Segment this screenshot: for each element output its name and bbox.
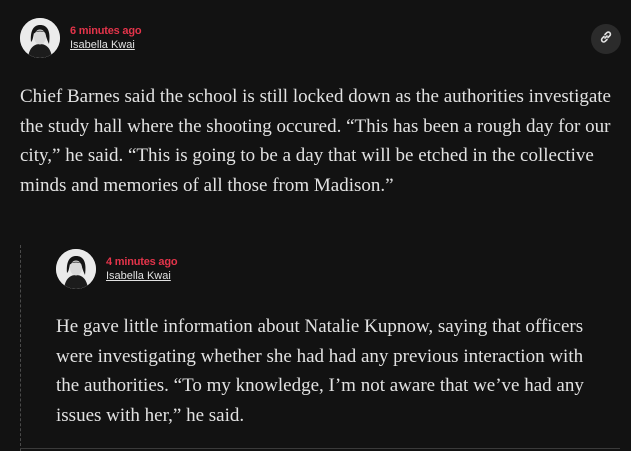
nested-reply: 4 minutes ago Isabella Kwai He gave litt… [20, 245, 631, 451]
author-link[interactable]: Isabella Kwai [70, 38, 141, 53]
byline: 6 minutes ago Isabella Kwai [20, 18, 142, 58]
post-timestamp: 6 minutes ago [70, 24, 142, 37]
reply-author-link[interactable]: Isabella Kwai [106, 269, 177, 284]
divider [20, 448, 620, 449]
reply-timestamp: 4 minutes ago [106, 255, 178, 268]
reply-body: He gave little information about Natalie… [56, 316, 584, 426]
reply-byline-meta: 4 minutes ago Isabella Kwai [106, 255, 178, 284]
copy-link-button[interactable] [591, 24, 621, 54]
reply-byline: 4 minutes ago Isabella Kwai [56, 249, 178, 289]
link-icon [599, 30, 613, 49]
author-avatar [20, 18, 60, 58]
post-body: Chief Barnes said the school is still lo… [20, 86, 611, 196]
byline-meta: 6 minutes ago Isabella Kwai [70, 24, 142, 53]
reply-author-avatar [56, 249, 96, 289]
